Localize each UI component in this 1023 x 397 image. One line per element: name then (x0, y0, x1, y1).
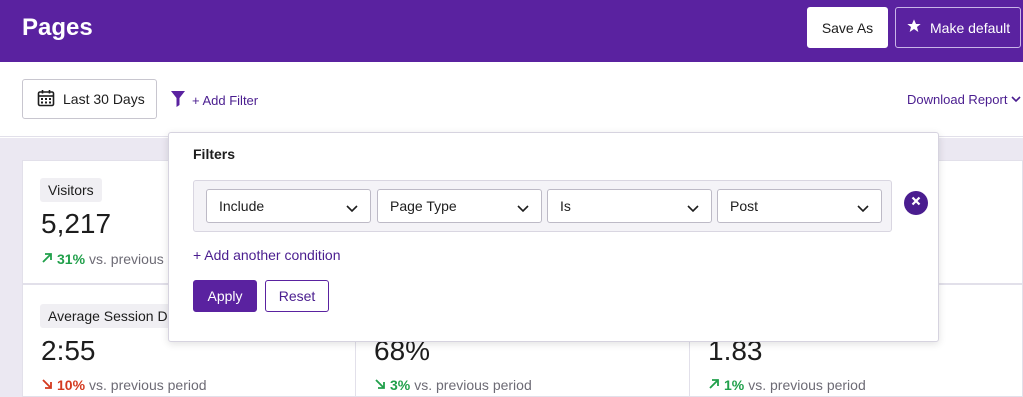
condition-field-select[interactable]: Page Type (377, 189, 542, 223)
close-icon (910, 194, 922, 212)
metric-comparison: vs. previous (89, 251, 164, 267)
metric-comparison: vs. previous period (748, 377, 866, 393)
filters-title: Filters (193, 146, 236, 162)
arrow-up-right-icon (41, 251, 53, 267)
condition-operator-select[interactable]: Is (547, 189, 712, 223)
metric-change: 31% vs. previous (41, 251, 164, 267)
apply-button[interactable]: Apply (193, 280, 257, 312)
metric-change: 1% vs. previous period (708, 377, 866, 393)
metric-change-value: 1% (724, 377, 745, 393)
metric-value: 5,217 (41, 208, 112, 239)
condition-field-value: Page Type (390, 198, 457, 214)
save-as-button[interactable]: Save As (807, 7, 888, 48)
page-title: Pages (22, 14, 93, 41)
download-report-label: Download Report (907, 92, 1008, 107)
condition-mode-value: Include (219, 198, 265, 214)
chevron-down-icon (1011, 92, 1022, 107)
add-filter-link[interactable]: + Add Filter (170, 90, 258, 111)
reset-button[interactable]: Reset (265, 280, 329, 312)
condition-value-select[interactable]: Post (717, 189, 882, 223)
add-filter-label: + Add Filter (192, 93, 259, 108)
metric-change: 10% vs. previous period (41, 377, 207, 393)
metric-value: 2:55 (41, 335, 96, 366)
arrow-down-right-icon (41, 377, 53, 393)
metric-comparison: vs. previous period (89, 377, 207, 393)
metric-change: 3% vs. previous period (374, 377, 532, 393)
metric-label: Average Session Du (40, 304, 184, 328)
chevron-down-icon (517, 201, 529, 217)
condition-value-value: Post (730, 198, 759, 214)
calendar-icon (37, 89, 55, 110)
download-report-link[interactable]: Download Report (907, 92, 1022, 107)
filter-condition-row: Include Page Type Is Post (193, 180, 892, 232)
add-condition-link[interactable]: + Add another condition (193, 247, 341, 263)
page-header: Pages Save As Make default (0, 0, 1023, 62)
date-range-label: Last 30 Days (63, 91, 145, 107)
arrow-up-right-icon (708, 377, 720, 393)
chevron-down-icon (346, 201, 358, 217)
make-default-button[interactable]: Make default (895, 7, 1021, 48)
make-default-label: Make default (930, 19, 1011, 36)
metric-label: Visitors (40, 178, 102, 202)
metric-comparison: vs. previous period (414, 377, 532, 393)
star-icon (906, 18, 922, 37)
metric-change-value: 10% (57, 377, 86, 393)
toolbar: Last 30 Days + Add Filter Download Repor… (0, 62, 1023, 137)
condition-mode-select[interactable]: Include (206, 189, 371, 223)
remove-condition-button[interactable] (904, 191, 928, 215)
metric-change-value: 31% (57, 251, 86, 267)
chevron-down-icon (687, 201, 699, 217)
filter-popover: Filters Include Page Type Is Post + Add … (168, 132, 939, 342)
chevron-down-icon (857, 201, 869, 217)
arrow-down-right-icon (374, 377, 386, 393)
metric-change-value: 3% (390, 377, 411, 393)
funnel-icon (170, 90, 186, 111)
date-range-button[interactable]: Last 30 Days (22, 79, 157, 119)
condition-operator-value: Is (560, 198, 571, 214)
